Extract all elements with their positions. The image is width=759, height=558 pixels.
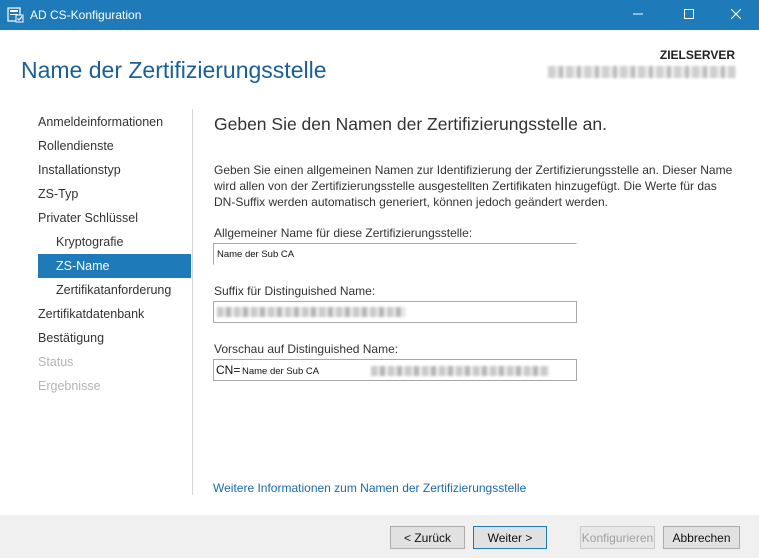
sidebar-item-zertifikatdatenbank[interactable]: Zertifikatdatenbank [38,307,144,321]
common-name-input[interactable]: Name der Sub CA [213,243,577,265]
cancel-button[interactable]: Abbrechen [663,526,740,549]
minimize-icon [633,6,643,24]
sidebar-item-zs-name[interactable]: ZS-Name [56,259,109,273]
title-bar: AD CS-Konfiguration [0,0,759,30]
description-text: Geben Sie einen allgemeinen Namen zur Id… [214,163,733,209]
server-manager-icon [7,6,24,23]
sidebar-item-zertifikatanforderung[interactable]: Zertifikatanforderung [56,283,171,297]
main-heading: Geben Sie den Namen der Zertifizierungss… [214,114,607,134]
more-info-link[interactable]: Weitere Informationen zum Namen der Zert… [213,481,526,495]
page-title: Name der Zertifizierungsstelle [21,57,327,83]
window-title: AD CS-Konfiguration [30,8,142,22]
sidebar-item-privater-schluessel[interactable]: Privater Schlüssel [38,211,138,225]
sidebar-item-anmeldeinformationen[interactable]: Anmeldeinformationen [38,115,163,129]
sidebar-item-ergebnisse: Ergebnisse [38,379,101,393]
next-button[interactable]: Weiter > [473,526,547,549]
dn-suffix-value-blurred [217,307,405,317]
configure-button: Konfigurieren [580,526,655,549]
sidebar-item-kryptografie[interactable]: Kryptografie [56,235,123,249]
target-server-label: ZIELSERVER [659,48,735,62]
common-name-label: Allgemeiner Name für diese Zertifizierun… [214,226,473,240]
dn-preview-cn-prefix: CN= [216,363,241,377]
sidebar-item-rollendienste[interactable]: Rollendienste [38,139,114,153]
maximize-icon [684,6,694,24]
close-button[interactable] [713,0,759,30]
sidebar-item-status: Status [38,355,74,369]
dn-preview-field: CN= Name der Sub CA [213,359,577,381]
dn-suffix-label: Suffix für Distinguished Name: [214,284,376,298]
common-name-value: Name der Sub CA [217,249,295,260]
dn-preview-label: Vorschau auf Distinguished Name: [214,342,399,356]
minimize-button[interactable] [615,0,661,30]
dn-preview-name: Name der Sub CA [242,366,320,377]
back-button[interactable]: < Zurück [390,526,465,549]
dn-preview-suffix-blurred [371,366,549,376]
close-icon [730,6,742,24]
sidebar-item-zs-typ[interactable]: ZS-Typ [38,187,78,201]
sidebar-item-installationstyp[interactable]: Installationstyp [38,163,121,177]
sidebar-item-bestaetigung[interactable]: Bestätigung [38,331,104,345]
dn-suffix-input[interactable] [213,301,577,323]
sidebar-divider [192,109,193,495]
maximize-button[interactable] [666,0,712,30]
target-server-name-blurred [548,66,736,78]
